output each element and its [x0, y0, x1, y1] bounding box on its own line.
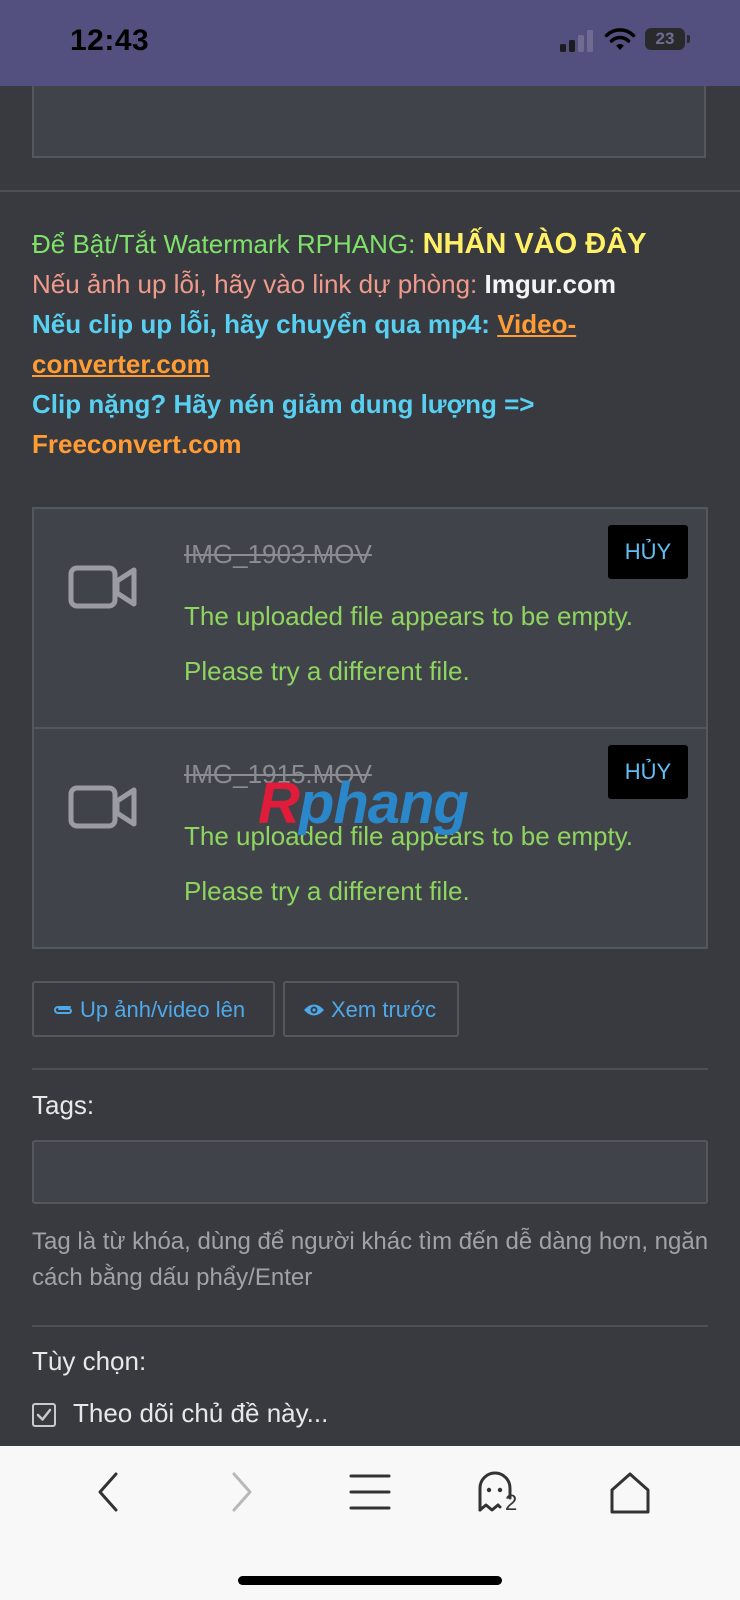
divider [32, 1068, 708, 1070]
imgur-link[interactable]: Imgur.com [485, 269, 616, 299]
tabs-ghost-icon[interactable] [474, 1468, 526, 1516]
attachment-error-hint: Please try a different file. [184, 876, 470, 906]
divider [32, 1325, 708, 1327]
menu-icon[interactable] [344, 1468, 396, 1516]
watch-thread-label[interactable]: Theo dõi chủ đề này... [73, 1398, 328, 1429]
attachment-item: IMG_1915.MOV The uploaded file appears t… [34, 727, 706, 947]
attachments-panel: IMG_1903.MOV The uploaded file appears t… [32, 507, 708, 949]
forward-arrow-icon[interactable] [214, 1468, 266, 1516]
clip-error-text: Nếu clip up lỗi, hãy chuyển qua mp4: [32, 309, 498, 339]
video-camera-icon [68, 565, 137, 609]
divider [0, 190, 740, 192]
tags-label: Tags: [32, 1090, 95, 1120]
attachment-filename: IMG_1903.MOV [184, 539, 372, 569]
rphang-watermark-logo: Rphang [258, 771, 469, 836]
preview-label: Xem trước [331, 997, 436, 1023]
tags-input[interactable] [32, 1140, 708, 1204]
attachment-item: IMG_1903.MOV The uploaded file appears t… [34, 509, 706, 727]
tabs-count: 2 [505, 1490, 518, 1515]
eye-icon [304, 1004, 324, 1016]
battery-nub [687, 35, 690, 43]
video-camera-icon [68, 785, 137, 829]
paperclip-icon [54, 1006, 72, 1015]
status-time: 12:43 [70, 24, 150, 57]
image-error-text: Nếu ảnh up lỗi, hãy vào link dự phòng: [32, 269, 485, 299]
cancel-upload-button[interactable]: HỦY [608, 525, 688, 579]
back-arrow-icon[interactable] [84, 1468, 136, 1516]
checkbox-checked-icon [36, 1408, 52, 1421]
upload-help-info: Để Bật/Tắt Watermark RPHANG: NHẤN VÀO ĐÂ… [32, 224, 712, 464]
home-indicator [238, 1576, 502, 1585]
watermark-toggle-text: Để Bật/Tắt Watermark RPHANG: [32, 229, 423, 259]
freeconvert-link[interactable]: Freeconvert.com [32, 429, 242, 459]
upload-media-button[interactable]: Up ảnh/video lên [32, 981, 275, 1037]
home-icon[interactable] [604, 1468, 656, 1516]
attachment-error-hint: Please try a different file. [184, 656, 470, 686]
message-editor[interactable] [32, 86, 706, 158]
cellular-signal-icon [560, 30, 596, 52]
cancel-upload-button[interactable]: HỦY [608, 745, 688, 799]
wifi-icon [604, 28, 636, 50]
battery-level: 23 [655, 29, 675, 48]
attachment-error-message: The uploaded file appears to be empty. [184, 601, 634, 631]
upload-media-label: Up ảnh/video lên [80, 997, 246, 1023]
compress-text: Clip nặng? Hãy nén giảm dung lượng => [32, 389, 535, 419]
watermark-toggle-link[interactable]: NHẤN VÀO ĐÂY [423, 228, 647, 260]
watch-thread-checkbox[interactable] [32, 1403, 56, 1427]
options-label: Tùy chọn: [32, 1346, 147, 1376]
preview-button[interactable]: Xem trước [283, 981, 459, 1037]
tags-hint: Tag là từ khóa, dùng để người khác tìm đ… [32, 1228, 709, 1291]
battery-icon: 23 [645, 28, 685, 50]
